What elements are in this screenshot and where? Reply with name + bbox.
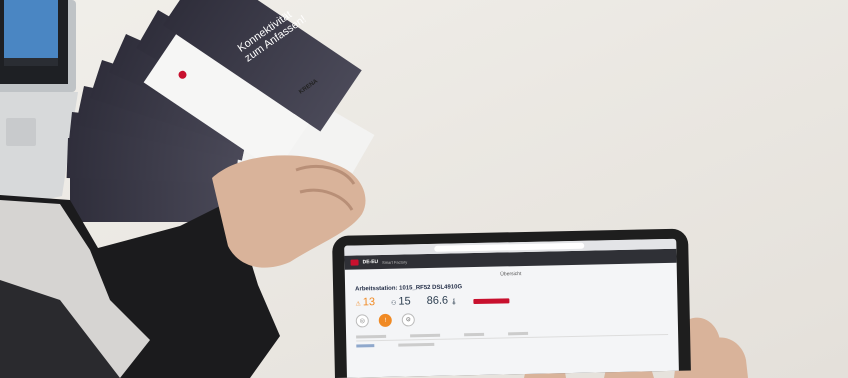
person-icon: ⚇: [391, 300, 397, 307]
tablet: DE-EU Smart Factory Übersicht Arbeitssta…: [332, 228, 691, 378]
table-col-3-placeholder: [464, 332, 485, 337]
photo-scene: Konnektivität zum Anfassen! KRENA DE-EU …: [0, 0, 848, 378]
status-indicator: [473, 298, 510, 306]
app-content: Übersicht Arbeitsstation: 1015_RF52 DSL4…: [345, 263, 679, 352]
tablet-screen: DE-EU Smart Factory Übersicht Arbeitssta…: [344, 238, 679, 378]
metric-persons-value: 15: [398, 295, 411, 308]
filter-icon[interactable]: ◎: [355, 314, 369, 328]
thermometer-icon: 🌡: [450, 299, 458, 306]
table-col-4-placeholder: [508, 331, 529, 336]
settings-icon[interactable]: ⚙: [401, 313, 415, 327]
status-bar: [473, 298, 510, 305]
table-col-2-placeholder: [410, 333, 441, 338]
metrics-row: ⚠ 13 ⚇ 15 86.6 🌡: [355, 290, 667, 309]
address-bar[interactable]: [434, 242, 585, 252]
app-subtitle: Smart Factory: [382, 258, 408, 265]
warning-icon: ⚠: [355, 301, 361, 308]
app-logo-icon: [350, 259, 359, 266]
metric-warnings-value: 13: [362, 296, 376, 309]
table-cell-placeholder: [356, 344, 375, 348]
table-cell-placeholder: [398, 342, 435, 347]
alert-icon[interactable]: !: [378, 313, 392, 328]
metric-temperature: 86.6 🌡: [427, 294, 458, 307]
section-header: Übersicht: [500, 271, 522, 278]
metric-persons: ⚇ 15: [391, 295, 411, 307]
metric-warnings: ⚠ 13: [355, 296, 375, 308]
action-icons: ◎ ! ⚙: [355, 308, 668, 328]
metric-temperature-value: 86.6: [426, 294, 449, 308]
app-name: DE-EU: [362, 259, 379, 266]
table-col-1-placeholder: [356, 334, 387, 339]
